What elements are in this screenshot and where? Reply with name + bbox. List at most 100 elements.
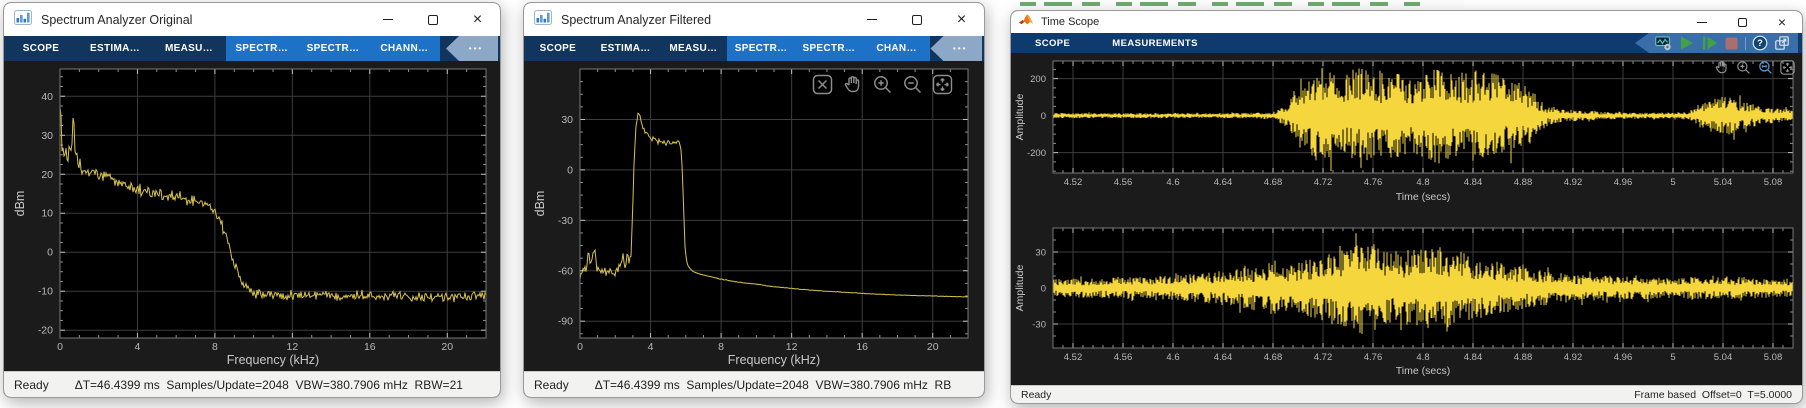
close-icon: × [1778,15,1786,29]
zoom-in-icon[interactable] [871,73,894,96]
titlebar[interactable]: Spectrum Analyzer Filtered × [524,3,984,36]
tab-scope[interactable]: SCOPE [1035,38,1070,49]
svg-text:-20: -20 [38,325,53,337]
expand-axes-icon[interactable] [1779,59,1796,76]
tab-estimation[interactable]: ESTIMA… [78,36,152,61]
toolstrip-overflow-button[interactable]: ••• [930,36,982,61]
stop-button[interactable] [1724,36,1739,51]
spectrum-filtered-plot[interactable]: 048121620300-30-60-90Frequency (kHz)dBm [524,61,985,373]
tab-channel[interactable]: CHAN… [863,36,931,61]
desktop: Spectrum Analyzer Original × SCOPE ESTIM… [0,0,1806,408]
svg-text:16: 16 [364,341,376,353]
minimize-button[interactable] [365,3,410,36]
svg-text:4.8: 4.8 [1416,177,1429,188]
matlab-logo-icon [1019,13,1034,31]
status-ready: Ready [14,378,49,392]
svg-text:Amplitude: Amplitude [1014,94,1026,141]
status-bar: Ready ΔT=46.4399 ms Samples/Update=2048 … [4,371,500,397]
svg-text:4.64: 4.64 [1214,177,1233,188]
svg-text:4.96: 4.96 [1614,352,1633,363]
tab-measurements[interactable]: MEASUREMENTS [1112,38,1198,49]
maximize-icon [1738,18,1747,27]
maximize-button[interactable] [894,3,939,36]
svg-text:4.72: 4.72 [1314,177,1333,188]
svg-text:5: 5 [1670,352,1675,363]
svg-text:0: 0 [57,341,63,353]
svg-text:0: 0 [1041,111,1046,122]
scope-settings-icon[interactable] [1655,35,1672,51]
run-button[interactable] [1678,35,1695,51]
toolstrip: SCOPE ESTIMA… MEASU… SPECTR… SPECTR… CHA… [524,36,984,61]
svg-text:4.96: 4.96 [1614,177,1633,188]
svg-text:0: 0 [567,164,573,176]
minimize-button[interactable] [849,3,894,36]
maximize-button[interactable] [410,3,455,36]
svg-text:4.84: 4.84 [1464,177,1483,188]
background-editor-sliver [1012,0,1464,9]
svg-text:-10: -10 [38,286,53,298]
expand-axes-icon[interactable] [931,73,954,96]
svg-text:0: 0 [1041,284,1046,295]
tab-spectral-mask[interactable]: SPECTR… [297,36,368,61]
svg-text:12: 12 [786,341,798,353]
zoom-x-icon[interactable] [1757,59,1774,76]
tab-scope[interactable]: SCOPE [4,36,78,61]
spectrum-original-plot[interactable]: 048121620403020100-10-20Frequency (kHz)d… [4,61,501,373]
svg-text:4.56: 4.56 [1114,352,1133,363]
svg-text:-200: -200 [1027,148,1046,159]
step-forward-button[interactable] [1701,35,1718,51]
close-icon: × [473,12,482,28]
maximize-button[interactable] [1722,11,1762,33]
toolstrip: SCOPE ESTIMA… MEASU… SPECTR… SPECTR… CHA… [4,36,500,61]
maximize-icon [428,15,438,25]
titlebar[interactable]: Spectrum Analyzer Original × [4,3,500,36]
svg-text:4.52: 4.52 [1064,352,1083,363]
help-button[interactable]: ? [1752,35,1768,51]
svg-text:4.72: 4.72 [1314,352,1333,363]
svg-text:8: 8 [718,341,724,353]
tab-spectral-mask[interactable]: SPECTR… [795,36,863,61]
window-time-scope: Time Scope × SCOPE MEASUREMENTS ? 4.52 4.… [1010,10,1803,404]
status-frame-info: Frame based Offset=0 T=5.0000 [1634,389,1792,401]
minimize-button[interactable] [1682,11,1722,33]
svg-text:4.8: 4.8 [1416,352,1429,363]
window-title: Time Scope [1041,16,1099,28]
svg-text:4.76: 4.76 [1364,177,1383,188]
svg-text:Time (secs): Time (secs) [1396,191,1450,203]
plot-region: 4.524.564.64.644.684.724.764.84.844.884.… [1011,53,1802,385]
pan-icon[interactable] [1713,59,1730,76]
svg-text:-60: -60 [558,265,573,277]
timescope-upper-plot[interactable]: 4.524.564.64.644.684.724.764.84.844.884.… [1011,53,1803,220]
toolstrip-overflow-button[interactable]: ••• [446,36,498,61]
minimize-icon [867,19,877,20]
zoom-in-icon[interactable] [1735,59,1752,76]
tab-channel[interactable]: CHANN… [369,36,440,61]
svg-text:30: 30 [561,114,573,126]
tab-measurements[interactable]: MEASU… [152,36,226,61]
close-button[interactable]: × [1762,11,1802,33]
window-title: Spectrum Analyzer Original [41,13,192,27]
pan-icon[interactable] [841,73,864,96]
close-button[interactable]: × [455,3,500,36]
close-icon: × [957,12,966,28]
autoscale-icon[interactable] [811,73,834,96]
svg-text:Amplitude: Amplitude [1014,265,1026,312]
tab-estimation[interactable]: ESTIMA… [592,36,660,61]
svg-text:5.08: 5.08 [1764,177,1783,188]
tab-measurements[interactable]: MEASU… [659,36,727,61]
tab-spectrum[interactable]: SPECTR… [226,36,297,61]
close-button[interactable]: × [939,3,984,36]
timescope-lower-plot[interactable]: 4.524.564.64.644.684.724.764.84.844.884.… [1011,220,1803,387]
svg-text:10: 10 [41,208,53,220]
status-ready: Ready [1021,389,1051,401]
svg-text:4.52: 4.52 [1064,177,1083,188]
tab-spectrum[interactable]: SPECTR… [727,36,795,61]
svg-text:20: 20 [41,169,53,181]
svg-text:16: 16 [856,341,868,353]
dock-icon[interactable] [1774,35,1790,51]
status-metrics: ΔT=46.4399 ms Samples/Update=2048 VBW=38… [595,378,952,392]
titlebar[interactable]: Time Scope × [1011,11,1802,33]
zoom-out-icon[interactable] [901,73,924,96]
tab-scope[interactable]: SCOPE [524,36,592,61]
window-spectrum-filtered: Spectrum Analyzer Filtered × SCOPE ESTIM… [523,2,985,398]
